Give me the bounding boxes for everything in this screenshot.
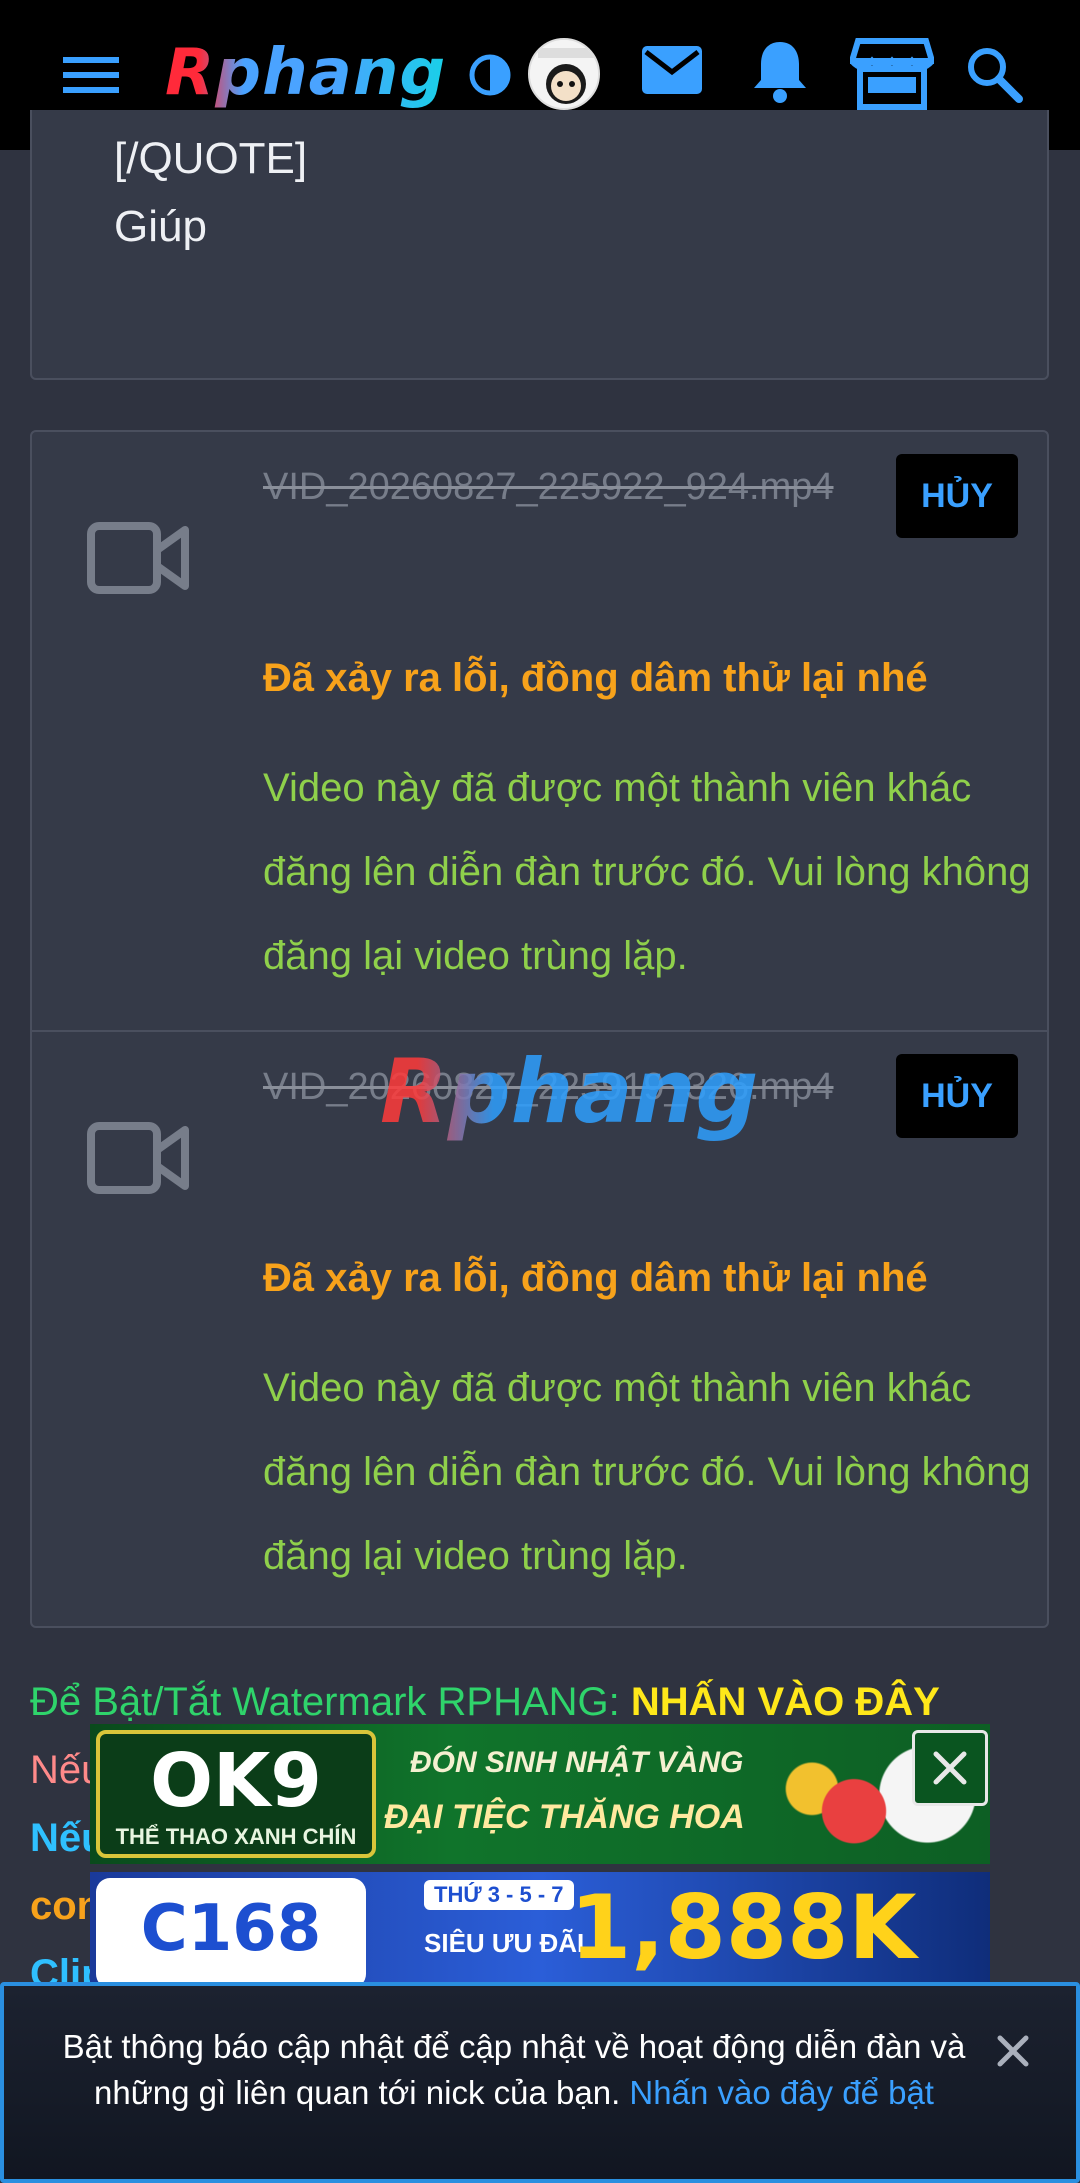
ad-brand: OK9 — [150, 1738, 322, 1824]
editor-text-line: Giúp — [114, 202, 207, 251]
ad-brand-sub: THỂ THAO XANH CHÍN — [115, 1824, 357, 1849]
close-notification-prompt-button[interactable] — [988, 2026, 1038, 2076]
notification-prompt: Bật thông báo cập nhật để cập nhật về ho… — [0, 1982, 1080, 2183]
site-watermark: Rphang — [380, 1040, 759, 1143]
notification-prompt-text: Bật thông báo cập nhật để cập nhật về ho… — [44, 2024, 984, 2116]
site-logo[interactable]: Rphang — [165, 38, 446, 108]
watermark-toggle-label: Để Bật/Tắt Watermark RPHANG: — [30, 1680, 620, 1724]
upload-item: VID_20260827_225922_924.mp4 HỦY Đã xảy r… — [32, 432, 1047, 1030]
ad-promo: SIÊU ƯU ĐÃI — [424, 1928, 585, 1958]
bell-icon — [754, 42, 806, 103]
upload-error-message: Đã xảy ra lỗi, đồng dâm thử lại nhé — [263, 1256, 928, 1300]
ad-banner-ok9[interactable]: OK9 THỂ THAO XANH CHÍN ĐÓN SINH NHẬT VÀN… — [90, 1724, 990, 1864]
watermark-toggle-link[interactable]: NHẤN VÀO ĐÂY — [631, 1680, 940, 1724]
close-icon — [933, 1751, 967, 1785]
enable-notifications-link[interactable]: Nhấn vào đây để bật — [629, 2074, 934, 2111]
store-icon — [850, 38, 934, 110]
avatar-image — [530, 40, 598, 108]
cancel-upload-button[interactable]: HỦY — [896, 1054, 1018, 1138]
theme-toggle-button[interactable] — [465, 50, 515, 100]
upload-filename: VID_20260827_225922_924.mp4 — [263, 466, 834, 508]
search-button[interactable] — [964, 44, 1024, 104]
ad-brand-box: C168 — [96, 1878, 366, 1982]
menu-icon — [63, 57, 119, 93]
ad-days: THỨ 3 - 5 - 7 — [424, 1880, 574, 1910]
ad-close-button[interactable] — [912, 1730, 988, 1806]
cancel-upload-button[interactable]: HỦY — [896, 454, 1018, 538]
upload-error-message: Đã xảy ra lỗi, đồng dâm thử lại nhé — [263, 656, 928, 700]
ad-subheadline: ĐẠI TIỆC THĂNG HOA — [384, 1798, 745, 1836]
notifications-button[interactable] — [750, 38, 810, 104]
avatar[interactable] — [528, 38, 600, 110]
ad-amount: 1,888K — [570, 1876, 917, 1979]
contrast-icon — [469, 54, 511, 96]
editor-text-line: [/QUOTE] — [114, 134, 308, 183]
video-camera-icon — [87, 522, 189, 594]
message-editor[interactable]: [/QUOTE] Giúp — [30, 110, 1049, 380]
store-button[interactable] — [850, 36, 934, 112]
ad-brand: C168 — [140, 1892, 322, 1966]
upload-error-detail: Video này đã được một thành viên khác đă… — [263, 766, 1031, 978]
ad-brand-box: OK9 THỂ THAO XANH CHÍN — [96, 1730, 376, 1858]
mail-icon — [642, 46, 702, 94]
search-icon — [968, 48, 1023, 103]
ad-headline: ĐÓN SINH NHẬT VÀNG — [410, 1746, 744, 1779]
messages-button[interactable] — [640, 42, 704, 98]
attachment-upload-list: VID_20260827_225922_924.mp4 HỦY Đã xảy r… — [30, 430, 1049, 1628]
watermark-toggle-line: Để Bật/Tắt Watermark RPHANG: NHẤN VÀO ĐÂ… — [30, 1680, 940, 1725]
close-icon — [997, 2035, 1029, 2067]
menu-button[interactable] — [58, 52, 124, 98]
upload-error-detail: Video này đã được một thành viên khác đă… — [263, 1366, 1031, 1578]
ad-banner-c168[interactable]: C168 THỨ 3 - 5 - 7 SIÊU ƯU ĐÃI 1,888K — [90, 1872, 990, 1982]
video-camera-icon — [87, 1122, 189, 1194]
